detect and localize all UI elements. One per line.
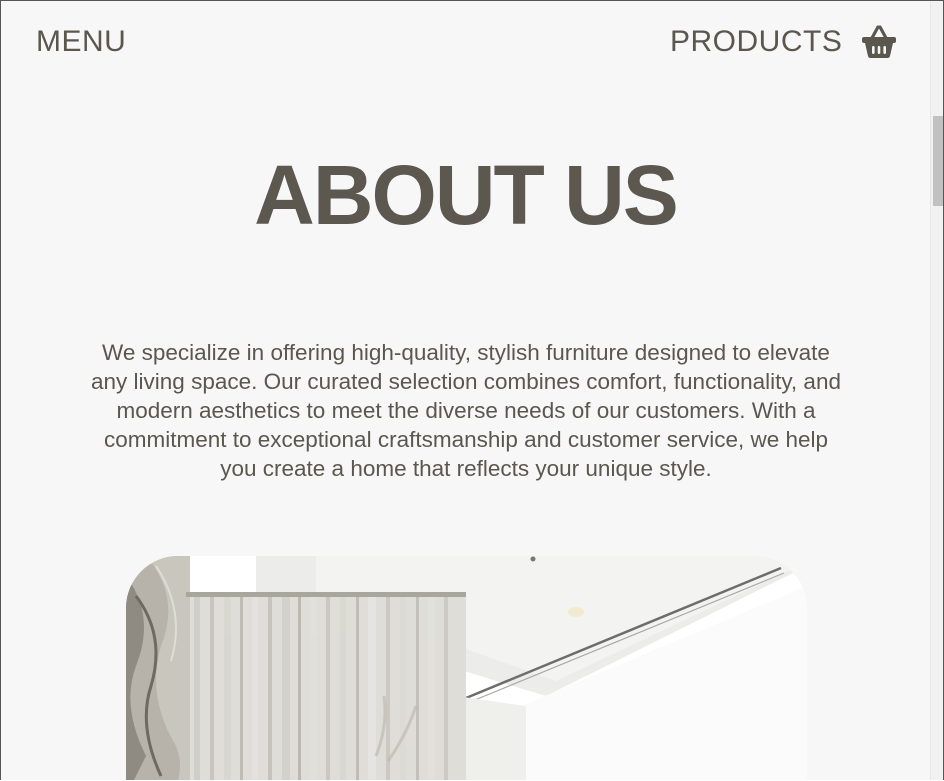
page: MENU PRODUCTS ABOUT US We specialize in … bbox=[0, 0, 944, 780]
scrollbar[interactable] bbox=[930, 1, 943, 780]
menu-link[interactable]: MENU bbox=[36, 25, 126, 59]
products-link[interactable]: PRODUCTS bbox=[670, 25, 842, 59]
scrollbar-thumb[interactable] bbox=[933, 116, 943, 206]
top-nav: MENU PRODUCTS bbox=[1, 1, 930, 87]
page-title: ABOUT US bbox=[254, 148, 679, 242]
interior-photo bbox=[126, 556, 807, 780]
about-description: We specialize in offering high-quality, … bbox=[91, 340, 841, 481]
shopping-basket-icon[interactable] bbox=[860, 23, 898, 61]
